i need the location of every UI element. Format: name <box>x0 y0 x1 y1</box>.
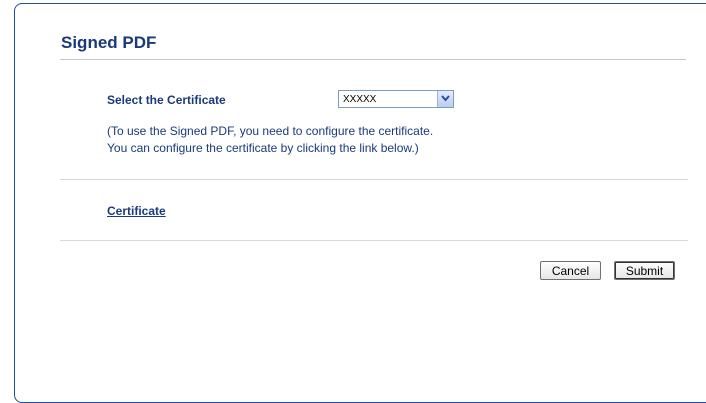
help-text-line-2: You can configure the certificate by cli… <box>107 141 419 155</box>
cancel-button[interactable]: Cancel <box>540 261 601 280</box>
select-dropdown-button[interactable] <box>437 91 453 107</box>
certificate-select[interactable]: XXXXX <box>338 90 454 108</box>
panel-frame <box>14 3 706 403</box>
section-divider <box>60 179 688 180</box>
title-divider <box>60 59 686 60</box>
certificate-link[interactable]: Certificate <box>107 204 166 218</box>
section-divider-bottom <box>60 240 688 241</box>
submit-button[interactable]: Submit <box>614 261 675 280</box>
page-title: Signed PDF <box>61 33 157 52</box>
certificate-select-value: XXXXX <box>343 94 377 105</box>
help-text-line-1: (To use the Signed PDF, you need to conf… <box>107 124 434 138</box>
certificate-help-text: (To use the Signed PDF, you need to conf… <box>107 123 433 157</box>
select-certificate-label: Select the Certificate <box>107 93 226 107</box>
chevron-down-icon <box>441 95 450 102</box>
